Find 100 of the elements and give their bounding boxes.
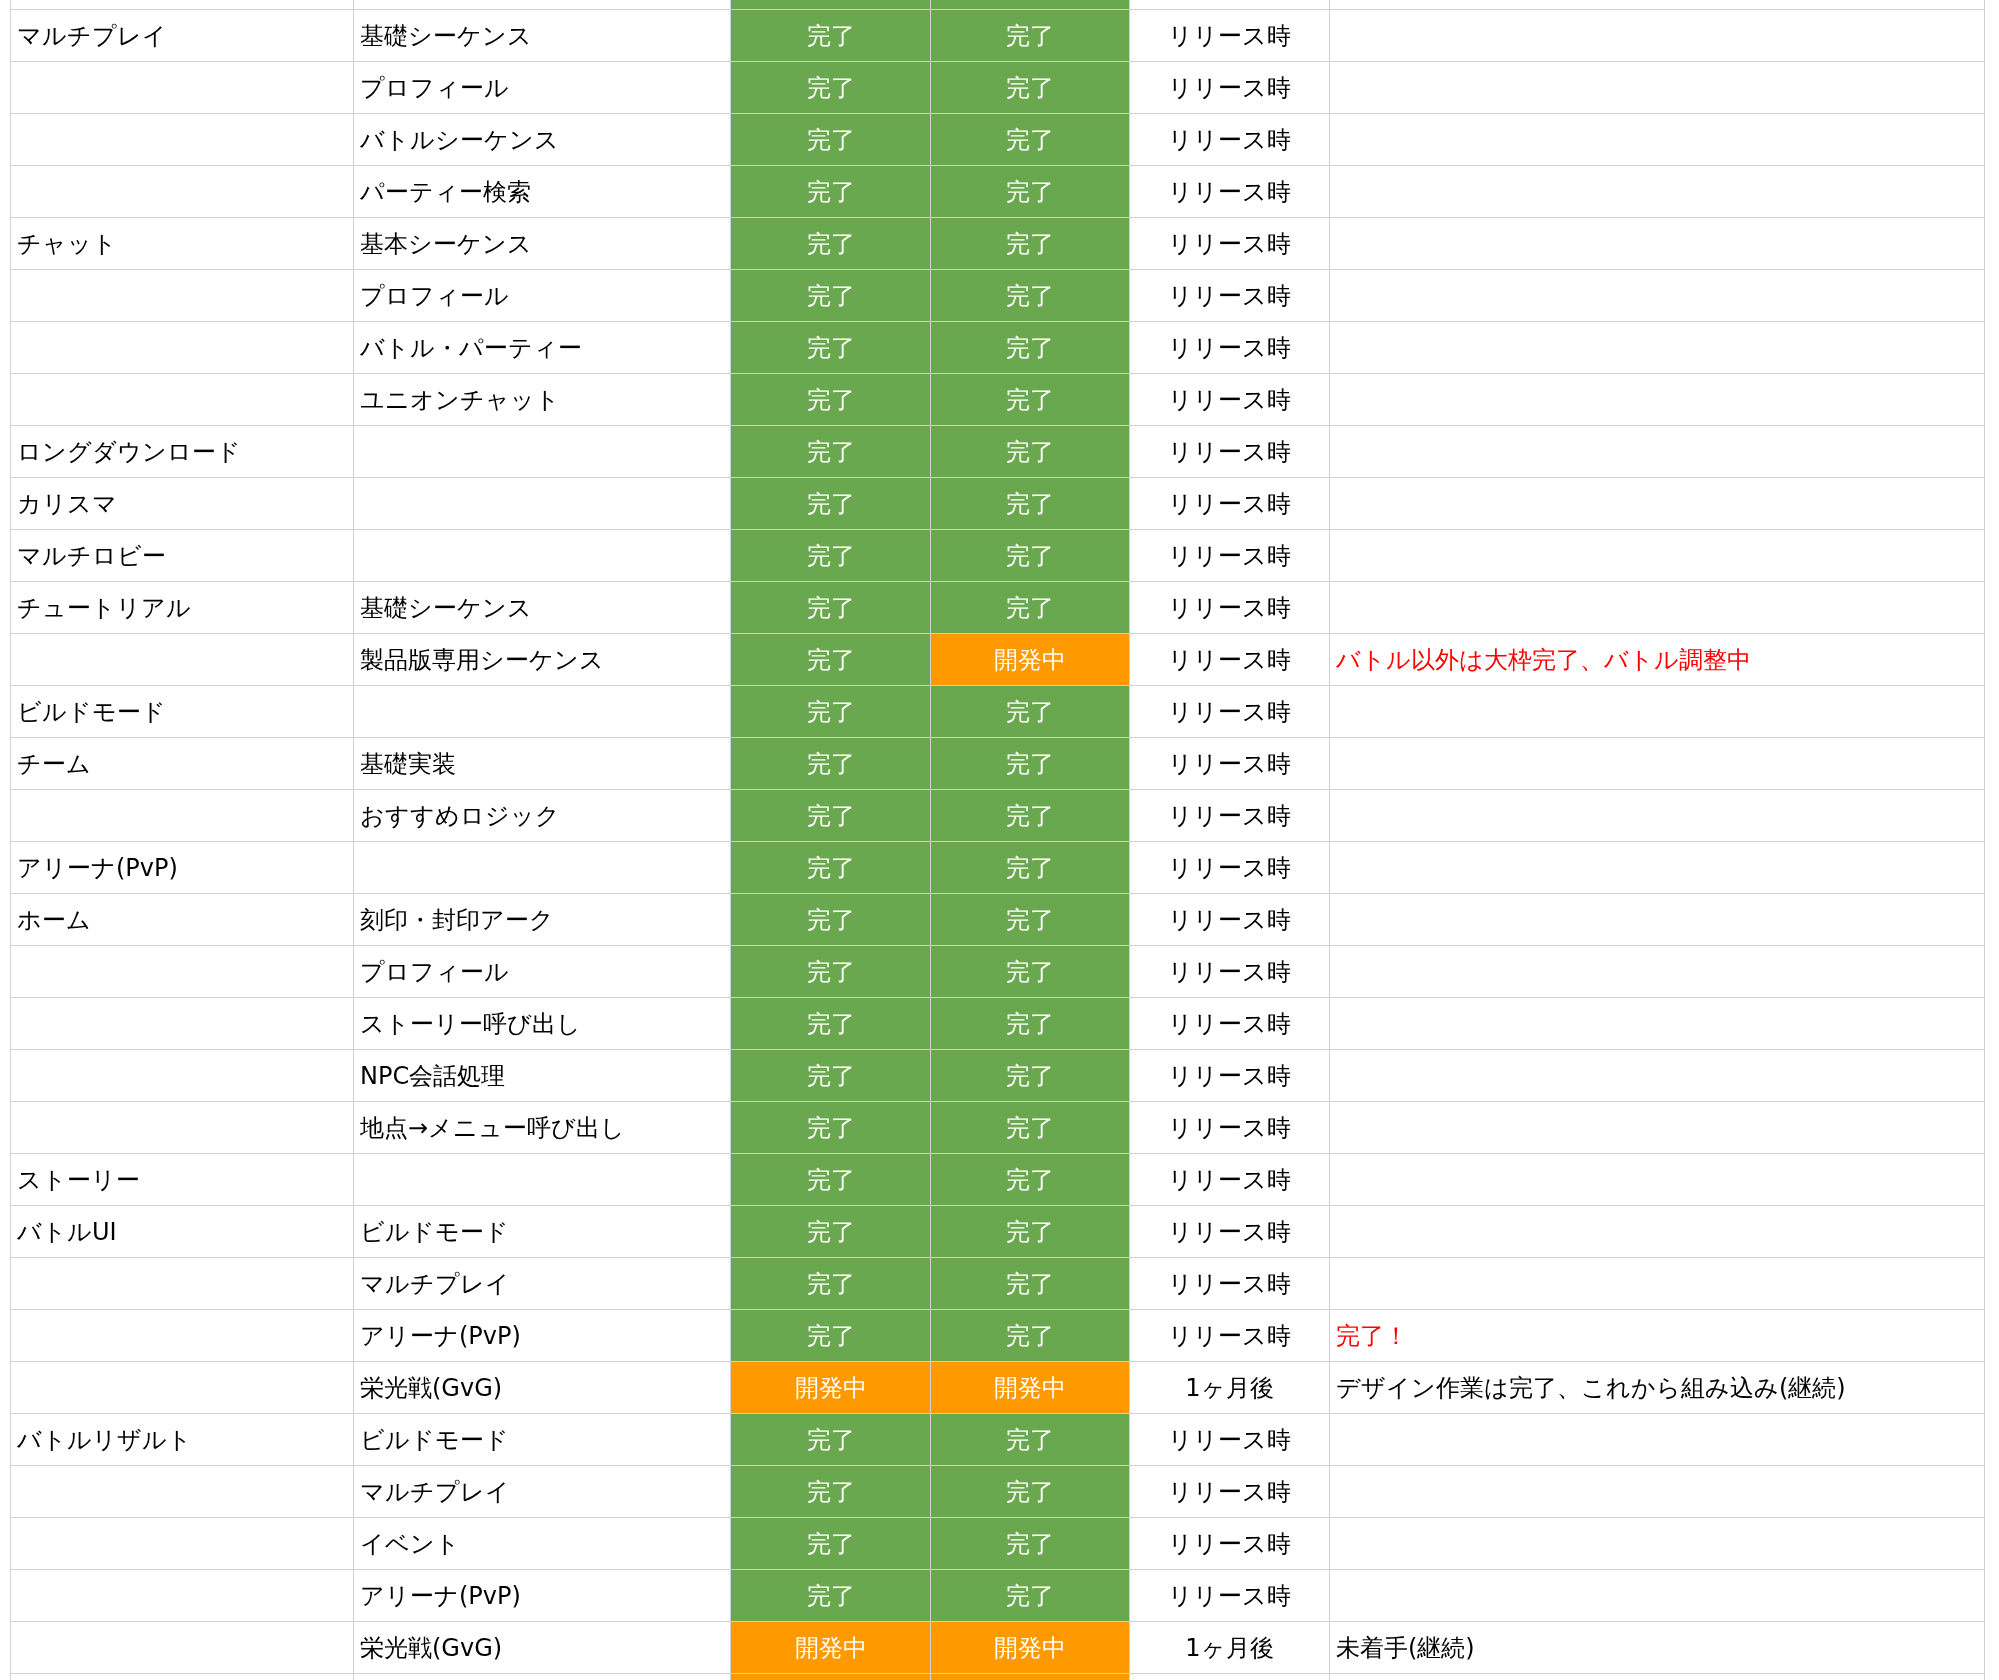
design-status-cell: 完了 <box>731 1466 931 1518</box>
impl-status-cell: 完了 <box>931 270 1130 322</box>
design-status-cell: 完了 <box>731 686 931 738</box>
timing-cell: リリース時 <box>1130 1518 1330 1570</box>
impl-status-cell: 完了 <box>931 1466 1130 1518</box>
design-status-cell: 完了 <box>731 894 931 946</box>
design-status-cell: 完了 <box>731 1310 931 1362</box>
category-cell: ストーリー <box>10 1154 354 1206</box>
timing-cell: リリース時 <box>1130 582 1330 634</box>
timing-cell: 1ヶ月後 <box>1130 1362 1330 1414</box>
category-cell: ロングダウンロード <box>10 426 354 478</box>
timing-cell: リリース時 <box>1130 1258 1330 1310</box>
design-status-cell: 完了 <box>731 10 931 62</box>
category-cell: ホーム <box>10 894 354 946</box>
timing-cell: リリース時 <box>1130 790 1330 842</box>
design-status-cell: 完了 <box>731 738 931 790</box>
category-cell: チーム <box>10 738 354 790</box>
design-status-cell: 完了 <box>731 374 931 426</box>
timing-cell: リリース時 <box>1130 322 1330 374</box>
category-cell: チャット <box>10 218 354 270</box>
timing-cell: リリース時 <box>1130 166 1330 218</box>
design-status-cell: 完了 <box>731 842 931 894</box>
category-cell: バトルUI <box>10 1206 354 1258</box>
impl-status-cell: 開発中 <box>931 634 1130 686</box>
timing-cell: リリース時 <box>1130 62 1330 114</box>
timing-cell: リリース時 <box>1130 998 1330 1050</box>
timing-cell: リリース時 <box>1130 10 1330 62</box>
impl-status-cell: 完了 <box>931 946 1130 998</box>
timing-cell: リリース時 <box>1130 738 1330 790</box>
category-cell: チュートリアル <box>10 582 354 634</box>
impl-status-cell: 完了 <box>931 1258 1130 1310</box>
impl-status-cell: 完了 <box>931 1570 1130 1622</box>
design-status-cell: 開発中 <box>731 1622 931 1674</box>
design-status-cell: 完了 <box>731 1258 931 1310</box>
note-cell: 未着手(継続) <box>1330 1622 1985 1674</box>
impl-status-cell: 完了 <box>931 738 1130 790</box>
category-cell: ビルドモード <box>10 686 354 738</box>
impl-status-cell: 完了 <box>931 62 1130 114</box>
design-status-cell: 完了 <box>731 634 931 686</box>
impl-status-cell: 完了 <box>931 374 1130 426</box>
impl-status-cell: 完了 <box>931 894 1130 946</box>
note-cell: デザイン作業は完了、これから組み込み(継続) <box>1330 1362 1985 1414</box>
design-status-cell: 完了 <box>731 1414 931 1466</box>
timing-cell: リリース時 <box>1130 1102 1330 1154</box>
design-status-cell: 開発中 <box>731 1362 931 1414</box>
timing-cell: リリース時 <box>1130 842 1330 894</box>
timing-cell: リリース時 <box>1130 1466 1330 1518</box>
impl-status-cell: 完了 <box>931 1102 1130 1154</box>
impl-status-cell: 完了 <box>931 1414 1130 1466</box>
impl-status-cell: 完了 <box>931 1310 1130 1362</box>
timing-cell: リリース時 <box>1130 426 1330 478</box>
design-status-cell: 完了 <box>731 530 931 582</box>
impl-status-cell: 完了 <box>931 114 1130 166</box>
design-status-cell: 完了 <box>731 998 931 1050</box>
design-status-cell: 完了 <box>731 166 931 218</box>
design-status-cell: 完了 <box>731 790 931 842</box>
note-cell: 完了！ <box>1330 1310 1985 1362</box>
design-status-cell: 完了 <box>731 62 931 114</box>
impl-status-cell: 完了 <box>931 322 1130 374</box>
timing-cell: リリース時 <box>1130 530 1330 582</box>
design-status-cell: 完了 <box>731 1102 931 1154</box>
impl-status-cell: 完了 <box>931 1518 1130 1570</box>
design-status-cell: 完了 <box>731 426 931 478</box>
category-cell: マルチロビー <box>10 530 354 582</box>
timing-cell: リリース時 <box>1130 946 1330 998</box>
impl-status-cell: 完了 <box>931 790 1130 842</box>
impl-status-cell: 完了 <box>931 1050 1130 1102</box>
impl-status-cell: 完了 <box>931 686 1130 738</box>
category-cell: バトルリザルト <box>10 1414 354 1466</box>
design-status-cell: 完了 <box>731 946 931 998</box>
timing-cell: リリース時 <box>1130 894 1330 946</box>
impl-status-cell: 完了 <box>931 10 1130 62</box>
timing-cell: リリース時 <box>1130 478 1330 530</box>
note-cell: バトル以外は大枠完了、バトル調整中 <box>1330 634 1985 686</box>
design-status-cell: 完了 <box>731 582 931 634</box>
impl-status-cell: 完了 <box>931 478 1130 530</box>
timing-cell: リリース時 <box>1130 1154 1330 1206</box>
impl-status-cell: 完了 <box>931 1154 1130 1206</box>
design-status-cell: 完了 <box>731 1570 931 1622</box>
impl-status-cell: 完了 <box>931 530 1130 582</box>
impl-status-cell: 完了 <box>931 582 1130 634</box>
impl-status-cell: 開発中 <box>931 1622 1130 1674</box>
design-status-cell: 完了 <box>731 114 931 166</box>
design-status-cell: 完了 <box>731 322 931 374</box>
category-cell: マルチプレイ <box>10 10 354 62</box>
design-status-cell: 完了 <box>731 1050 931 1102</box>
category-cell: カリスマ <box>10 478 354 530</box>
timing-cell: リリース時 <box>1130 114 1330 166</box>
design-status-cell: 完了 <box>731 218 931 270</box>
timing-cell: リリース時 <box>1130 1310 1330 1362</box>
design-status-cell: 完了 <box>731 1154 931 1206</box>
impl-status-cell: 完了 <box>931 218 1130 270</box>
design-status-cell: 完了 <box>731 1518 931 1570</box>
timing-cell: リリース時 <box>1130 1414 1330 1466</box>
impl-status-cell: 開発中 <box>931 1362 1130 1414</box>
timing-cell: リリース時 <box>1130 1206 1330 1258</box>
design-status-cell: 完了 <box>731 478 931 530</box>
timing-cell: リリース時 <box>1130 374 1330 426</box>
impl-status-cell: 完了 <box>931 998 1130 1050</box>
timing-cell: リリース時 <box>1130 218 1330 270</box>
